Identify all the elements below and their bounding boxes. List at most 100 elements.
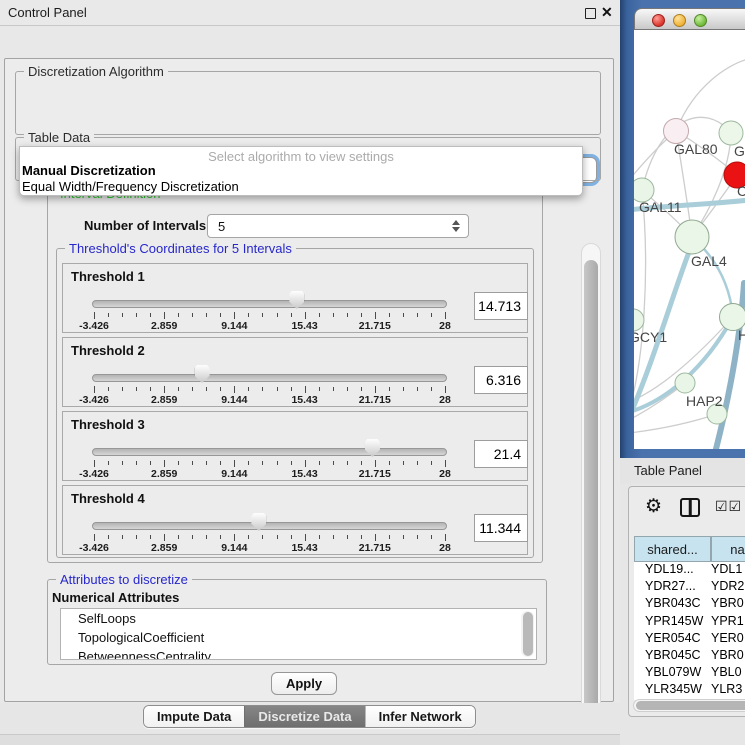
cell-name: YER0	[707, 631, 744, 648]
network-node-label: C	[737, 183, 745, 199]
cell-shared-name: YER054C	[634, 631, 707, 648]
discretization-algorithm-group: Discretization Algorithm	[15, 71, 601, 135]
network-node-g[interactable]	[719, 121, 743, 145]
table-body: YDL19...YDL1YDR27...YDR2YBR043CYBR0YPR14…	[634, 562, 745, 700]
interval-definition-group: Interval Definition Number of Intervals …	[47, 193, 543, 563]
column-header-name[interactable]: na	[711, 536, 745, 562]
network-window-titlebar[interactable]	[634, 8, 745, 30]
tab-discretize-data[interactable]: Discretize Data	[244, 706, 364, 727]
group-title: Attributes to discretize	[56, 572, 192, 587]
slider-track[interactable]	[92, 374, 447, 382]
threshold-panel-3: Threshold 3 -3.4262.8599.14415.4321.71528…	[62, 411, 528, 481]
tab-label: Impute Data	[157, 709, 231, 724]
top-tab-bar: NetworkStyleSelectCyni ToolboxjActiveMNo…	[0, 27, 620, 58]
tab-impute-data[interactable]: Impute Data	[144, 706, 244, 727]
thresholds-group: Threshold's Coordinates for 5 Intervals …	[56, 248, 534, 558]
threshold-value-field[interactable]: 21.4	[474, 440, 528, 468]
cell-shared-name: YDL19...	[634, 562, 707, 579]
number-of-intervals-value: 5	[218, 219, 225, 234]
attribute-item-selfloops[interactable]: SelfLoops	[61, 609, 536, 628]
table-row[interactable]: YDL19...YDL1	[634, 562, 745, 579]
table-row[interactable]: YBR043CYBR0	[634, 596, 745, 613]
right-column: GAL80GCGAL11GAL4GCY1HHAP2 Table Panel ⚙ …	[620, 0, 745, 745]
apply-button[interactable]: Apply	[271, 672, 337, 695]
panel-scrollbar[interactable]	[581, 243, 601, 745]
threshold-label: Threshold 3	[71, 417, 145, 432]
table-h-scrollbar[interactable]	[633, 699, 745, 712]
network-canvas[interactable]: GAL80GCGAL11GAL4GCY1HHAP2	[634, 30, 745, 449]
threshold-value-field[interactable]: 14.713	[474, 292, 528, 320]
control-panel-titlebar: Control Panel ✕	[0, 0, 620, 26]
select-columns-icon[interactable]: ☑☑	[715, 498, 742, 515]
slider-track[interactable]	[92, 300, 447, 308]
panel-title: Control Panel	[8, 5, 87, 20]
zoom-traffic-light-icon[interactable]	[694, 14, 707, 27]
group-title: Table Data	[24, 130, 94, 145]
group-title: Discretization Algorithm	[24, 64, 168, 79]
cell-name: YDL1	[707, 562, 742, 579]
tab-infer-network[interactable]: Infer Network	[365, 706, 475, 727]
list-scrollbar[interactable]	[521, 611, 534, 657]
attribute-item-topologicalcoefficient[interactable]: TopologicalCoefficient	[61, 628, 536, 647]
table-row[interactable]: YBL079WYBL0	[634, 665, 745, 682]
screen: Control Panel ✕ NetworkStyleSelectCyni T…	[0, 0, 745, 745]
split-view-icon[interactable]	[680, 498, 700, 517]
table-panel: ⚙ ☑☑ shared... na YDL19...YDL1YDR27...YD…	[628, 486, 745, 717]
algorithm-popup-prompt: Select algorithm to view settings	[20, 147, 582, 163]
float-window-icon[interactable]	[585, 8, 596, 19]
close-icon[interactable]: ✕	[601, 4, 613, 21]
table-toolbar: ⚙ ☑☑	[629, 487, 745, 531]
network-node-label: GAL11	[639, 199, 682, 215]
threshold-label: Threshold 4	[71, 491, 145, 506]
threshold-panel-4: Threshold 4-3.4262.8599.14415.4321.71528…	[62, 485, 528, 555]
column-header-shared-name[interactable]: shared...	[634, 536, 711, 562]
table-header-row: shared... na	[634, 536, 745, 562]
attribute-item-betweennesscentrality[interactable]: BetweennessCentrality	[61, 647, 536, 660]
cell-shared-name: YDR27...	[634, 579, 707, 596]
slider-tick-labels: -3.4262.8599.14415.4321.71528	[94, 320, 445, 332]
cell-shared-name: YBR045C	[634, 648, 707, 665]
network-node-hap2[interactable]	[675, 373, 695, 393]
slider-ticks	[94, 386, 445, 394]
algorithm-option-manual-discretization[interactable]: Manual Discretization	[20, 163, 582, 179]
cell-shared-name: YBR043C	[634, 596, 707, 613]
network-node-gal80[interactable]	[664, 119, 689, 144]
number-of-intervals-spinner[interactable]: 5	[207, 214, 469, 238]
cell-name: YDR2	[707, 579, 744, 596]
tab-label: Infer Network	[379, 709, 462, 724]
threshold-panel-1: Threshold 1 -3.4262.8599.14415.4321.71528…	[62, 263, 528, 333]
cell-name: YBR0	[707, 648, 744, 665]
table-panel-title: Table Panel	[634, 463, 702, 478]
algorithm-option-equal-width-frequency-discretization[interactable]: Equal Width/Frequency Discretization	[20, 179, 582, 195]
numerical-attributes-label: Numerical Attributes	[52, 590, 179, 605]
spinner-arrows-icon	[452, 220, 460, 232]
table-row[interactable]: YER054CYER0	[634, 631, 745, 648]
threshold-panel-2: Threshold 2-3.4262.8599.14415.4321.71528…	[62, 337, 528, 407]
close-traffic-light-icon[interactable]	[652, 14, 665, 27]
numerical-attributes-list[interactable]: SelfLoopsTopologicalCoefficientBetweenne…	[60, 608, 537, 660]
table-row[interactable]: YPR145WYPR1	[634, 614, 745, 631]
cell-name: YLR3	[707, 682, 742, 699]
minimize-traffic-light-icon[interactable]	[673, 14, 686, 27]
slider-ticks	[94, 460, 445, 468]
cell-name: YBR0	[707, 596, 744, 613]
table-row[interactable]: YLR345WYLR3	[634, 682, 745, 699]
table-row[interactable]: YBR045CYBR0	[634, 648, 745, 665]
bottom-tabs: Impute Data Discretize Data Infer Network	[143, 705, 476, 728]
network-node-gal4[interactable]	[675, 220, 709, 254]
slider-tick-labels: -3.4262.8599.14415.4321.71528	[94, 468, 445, 480]
number-of-intervals-label: Number of Intervals	[84, 218, 206, 233]
gear-icon[interactable]: ⚙	[645, 495, 662, 518]
threshold-label: Threshold 1	[71, 269, 145, 284]
slider-tick-labels: -3.4262.8599.14415.4321.71528	[94, 394, 445, 406]
slider-track[interactable]	[92, 448, 447, 456]
threshold-value-field[interactable]: 6.316	[474, 366, 528, 394]
cell-shared-name: YLR345W	[634, 682, 707, 699]
cyni-toolbox-panel: Discretization Algorithm Table Data galF…	[4, 58, 614, 702]
table-row[interactable]: YDR27...YDR2	[634, 579, 745, 596]
threshold-value-field[interactable]: 11.344	[474, 514, 528, 542]
network-edge	[634, 414, 717, 433]
slider-track[interactable]	[92, 522, 447, 530]
cell-name: YBL0	[707, 665, 742, 682]
algorithm-dropdown-popup: Select algorithm to view settings Manual…	[19, 146, 583, 196]
